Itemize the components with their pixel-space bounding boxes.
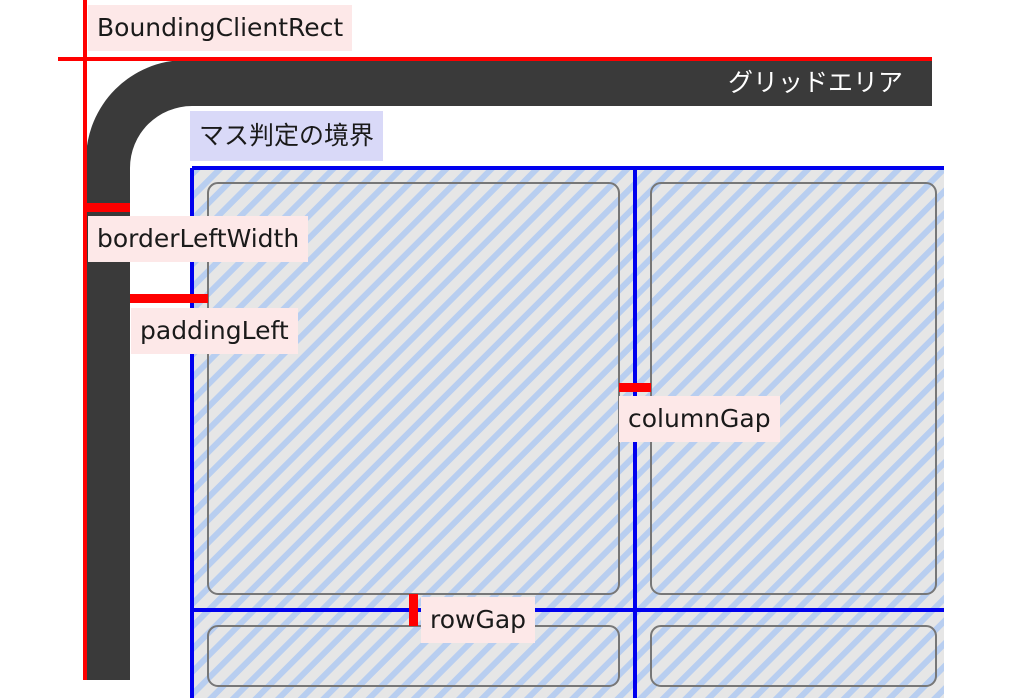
bounding-client-rect-label: BoundingClientRect: [88, 5, 353, 51]
column-gap-label: columnGap: [619, 396, 780, 442]
row-gap-label: rowGap: [421, 597, 536, 643]
grid-area-label: グリッドエリア: [728, 68, 904, 97]
cell-boundary-label: マス判定の境界: [190, 111, 384, 161]
border-left-width-label: borderLeftWidth: [88, 216, 309, 262]
grid-cell: [207, 625, 620, 687]
padding-left-marker: [130, 294, 208, 303]
grid-cell: [650, 625, 937, 687]
border-left-width-marker: [86, 203, 130, 212]
grid-cell: [650, 182, 937, 595]
padding-left-label: paddingLeft: [131, 308, 298, 354]
column-gap-marker: [619, 383, 651, 392]
row-gap-marker: [409, 594, 418, 626]
